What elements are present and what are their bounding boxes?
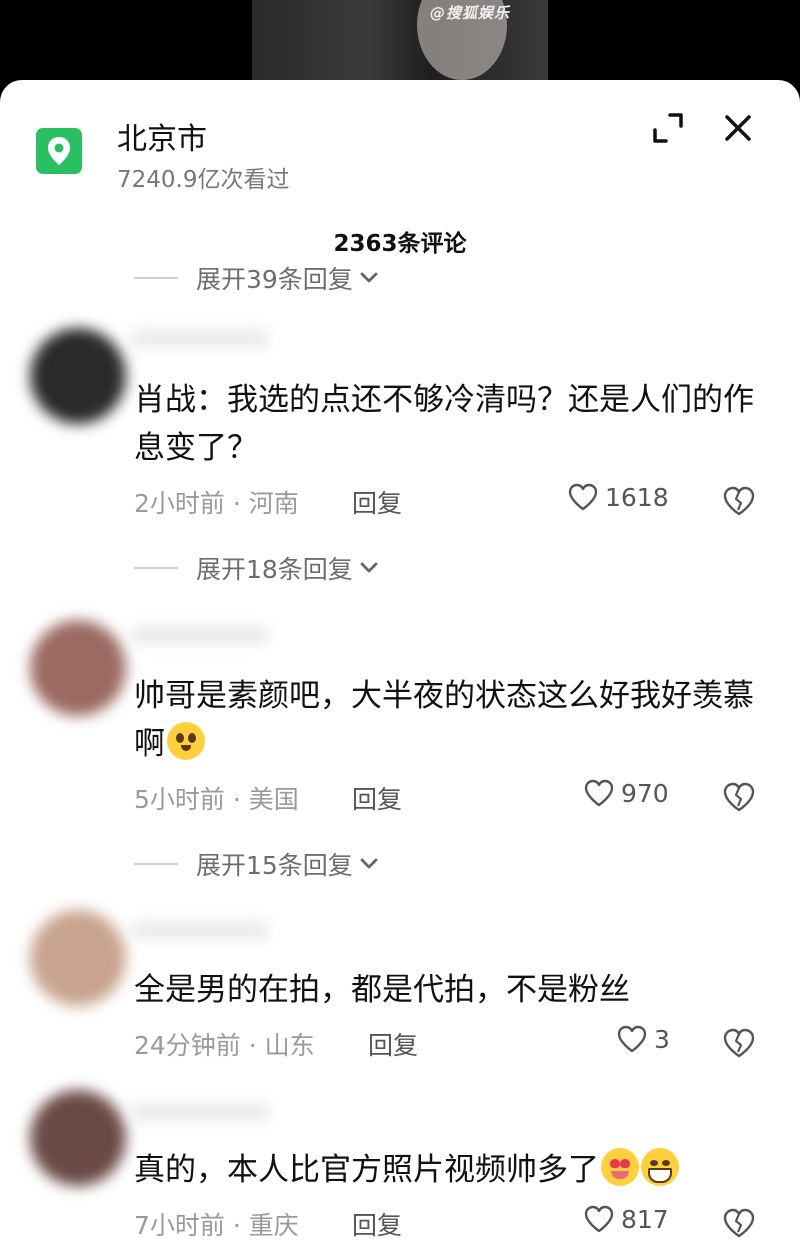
expand-replies-label: 展开15条回复 <box>196 851 353 880</box>
reply-button[interactable]: 回复 <box>352 780 402 816</box>
expand-icon[interactable] <box>648 108 688 148</box>
close-icon[interactable] <box>718 108 758 148</box>
like-button[interactable]: 817 <box>583 1204 669 1234</box>
comment-meta: 2小时前 · 河南 <box>134 489 299 518</box>
divider-line <box>134 277 178 279</box>
broken-heart-icon[interactable] <box>722 1026 756 1060</box>
comment-text-content: 真的，本人比官方照片视频帅多了 <box>134 1152 599 1188</box>
like-count: 3 <box>654 1024 670 1054</box>
comment-meta: 24分钟前 · 山东 <box>134 1031 315 1060</box>
comment-meta: 5小时前 · 美国 <box>134 785 299 814</box>
username-blurred[interactable] <box>130 328 270 348</box>
avatar[interactable] <box>30 910 126 1006</box>
divider-line <box>134 863 178 865</box>
comment-text: 肖战：我选的点还不够冷清吗？还是人们的作息变了？ <box>134 382 754 466</box>
video-background: @搜狐娱乐 <box>0 0 800 90</box>
comments-sheet: 北京市 7240.9亿次看过 2363条评论 展开39条回复 肖战：我选的点还不… <box>0 80 800 1255</box>
like-button[interactable]: 3 <box>616 1024 670 1054</box>
comment-count: 2363条评论 <box>333 231 467 257</box>
avatar[interactable] <box>30 328 126 424</box>
expand-replies-link[interactable]: 展开15条回复 <box>134 846 379 882</box>
avatar[interactable] <box>30 620 126 716</box>
broken-heart-icon[interactable] <box>722 484 756 518</box>
heart-icon <box>568 483 598 511</box>
broken-heart-icon[interactable] <box>722 780 756 814</box>
heart-icon <box>584 1205 614 1233</box>
chevron-down-icon <box>360 562 378 573</box>
partial-reply-row: 展开39条回复 <box>0 260 800 290</box>
comment-meta: 7小时前 · 重庆 <box>134 1211 299 1240</box>
chevron-down-icon <box>360 858 378 869</box>
comment-text: 真的，本人比官方照片视频帅多了 <box>134 1146 754 1194</box>
like-button[interactable]: 970 <box>583 778 669 808</box>
pleading-face-emoji <box>167 722 205 760</box>
comment-text: 全是男的在拍，都是代拍，不是粉丝 <box>134 972 630 1008</box>
heart-icon <box>617 1025 647 1053</box>
comment-text: 帅哥是素颜吧，大半夜的状态这么好我好羡慕啊 <box>134 672 754 768</box>
chevron-down-icon <box>360 272 378 283</box>
grinning-face-emoji <box>641 1148 679 1186</box>
like-button[interactable]: 1618 <box>567 482 669 512</box>
broken-heart-icon[interactable] <box>722 1206 756 1240</box>
like-count: 970 <box>621 778 669 808</box>
heart-eyes-tongue-emoji <box>601 1148 639 1186</box>
expand-replies-link[interactable]: 展开39条回复 <box>134 260 379 290</box>
like-count: 817 <box>621 1204 669 1234</box>
location-pin-icon[interactable] <box>36 128 82 174</box>
reply-button[interactable]: 回复 <box>352 484 402 520</box>
video-watermark: @搜狐娱乐 <box>430 4 511 22</box>
expand-replies-label: 展开18条回复 <box>196 555 353 584</box>
reply-button[interactable]: 回复 <box>368 1026 418 1062</box>
username-blurred[interactable] <box>130 920 270 940</box>
expand-replies-link[interactable]: 展开18条回复 <box>134 550 379 586</box>
like-count: 1618 <box>605 482 669 512</box>
comment-text-content: 帅哥是素颜吧，大半夜的状态这么好我好羡慕啊 <box>134 678 754 762</box>
divider-line <box>134 567 178 569</box>
location-views: 7240.9亿次看过 <box>117 167 290 193</box>
avatar[interactable] <box>30 1090 126 1186</box>
username-blurred[interactable] <box>130 625 270 645</box>
location-title[interactable]: 北京市 <box>117 114 207 158</box>
expand-replies-label: 展开39条回复 <box>196 265 353 290</box>
username-blurred[interactable] <box>130 1102 270 1122</box>
heart-icon <box>584 779 614 807</box>
reply-button[interactable]: 回复 <box>352 1206 402 1242</box>
